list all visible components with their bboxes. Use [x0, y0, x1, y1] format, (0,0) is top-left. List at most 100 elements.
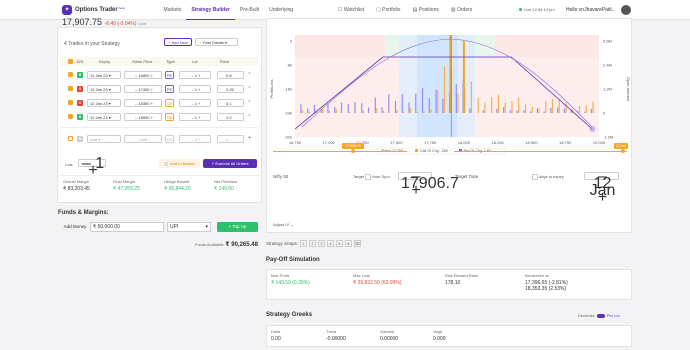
gamma: Gamma 0.00000	[380, 329, 398, 342]
price-input[interactable]: 0	[217, 134, 244, 143]
snap-1[interactable]: 1	[300, 240, 308, 247]
put-oi-bar	[340, 102, 343, 113]
add-new-button[interactable]: + Add New	[164, 38, 192, 46]
price-input[interactable]: 1.2	[217, 112, 244, 121]
lots-stepper[interactable]: – 1 +	[78, 156, 106, 179]
nav-watchlist[interactable]: ☐ Watchlist	[338, 7, 364, 13]
price-input[interactable]: 2.25	[217, 84, 244, 93]
expiry-select[interactable]: 12 Jan 23 ▾	[87, 84, 121, 93]
theta-label: Theta	[326, 329, 337, 334]
brand-logo[interactable]: ✦ Options Trader beta	[62, 4, 125, 15]
type-toggle[interactable]: CE	[165, 98, 174, 107]
row-checkbox[interactable]	[68, 114, 73, 119]
nav-strategy-builder[interactable]: Strategy Builder	[186, 0, 235, 20]
spot-slider-handle[interactable]	[351, 149, 355, 153]
remove-row-icon[interactable]: ×	[248, 71, 251, 77]
strike-stepper[interactable]: – 18350 +	[124, 98, 162, 107]
select-all-checkbox[interactable]	[68, 59, 73, 64]
bs-toggle[interactable]: S	[77, 85, 83, 92]
max-loss-label: Max Loss	[353, 273, 371, 278]
expiry-select[interactable]: 12 Jan 23 ▾	[87, 98, 121, 107]
nav-portfolio[interactable]: ▢ Portfolio	[376, 7, 400, 13]
bs-toggle[interactable]: B	[77, 135, 83, 142]
expiry-select[interactable]: 12 Jan 23 ▾	[87, 70, 121, 79]
lot-stepper[interactable]: – 0 +	[179, 134, 211, 143]
adjust-iv[interactable]: Adjust IV ⌄	[273, 222, 294, 227]
amount-input[interactable]: ₹ 50,000.00	[90, 222, 164, 232]
toggle-decimals: Decimals	[578, 313, 595, 318]
put-oi-bar	[550, 107, 552, 113]
days-input[interactable]	[532, 174, 538, 180]
strike-stepper[interactable]: – Add +	[124, 134, 162, 143]
fast-create-dropdown[interactable]: ⚡ Fast Create ▾	[195, 38, 238, 46]
price-input[interactable]: 3.1	[217, 98, 244, 107]
nav-prebuilt[interactable]: Pre-Built	[235, 0, 264, 20]
strike-stepper[interactable]: – 17400 +	[124, 84, 162, 93]
nav-markets[interactable]: Markets	[159, 0, 187, 20]
bs-toggle[interactable]: S	[77, 99, 83, 106]
ticker-tag: Live	[139, 21, 147, 26]
col-strike: Strike Price	[132, 59, 153, 64]
right-nav: ☐ Watchlist ▢ Portfolio ▤ Positions ▥ Or…	[338, 0, 484, 20]
payment-method-select[interactable]: UPI ▾	[167, 222, 211, 232]
save-snap-icon[interactable]: ⌧	[354, 240, 362, 247]
snap-4[interactable]: 4	[327, 240, 335, 247]
nav-positions[interactable]: ▤ Positions	[412, 7, 438, 13]
avatar[interactable]	[621, 5, 631, 15]
type-toggle[interactable]: PE	[165, 70, 174, 79]
strike-stepper[interactable]: – 18950 +	[124, 112, 162, 121]
top-up-button[interactable]: + Top Up	[217, 222, 258, 232]
spot-slider-track[interactable]	[273, 151, 407, 152]
bs-toggle[interactable]: B	[77, 113, 83, 120]
target-date-stepper[interactable]: – 12 Jan +	[584, 169, 619, 206]
from-spot-label: from Spot	[372, 174, 390, 180]
row-checkbox[interactable]	[68, 100, 73, 105]
call-oi-bar	[383, 110, 385, 113]
user-greeting[interactable]: Hello vnJhavarePatil..	[566, 7, 614, 13]
theta: Theta -0.00000	[326, 329, 346, 342]
expiry-select[interactable]: Add ▾	[87, 134, 121, 143]
type-toggle[interactable]: CE	[165, 134, 174, 143]
add-to-basket-button[interactable]: 🛒 Add to Basket	[159, 159, 200, 168]
price-input[interactable]: 0.8	[217, 70, 244, 79]
lot-stepper[interactable]: – 1 +	[179, 98, 211, 107]
snap-5[interactable]: 5	[336, 240, 344, 247]
payoff-chart[interactable]: 0 -8k -16k -24k -32k 3.6M 2.4M 1.2M 0 -1.2M Profit…	[267, 19, 633, 234]
remove-row-icon[interactable]: ×	[248, 85, 251, 91]
row-checkbox[interactable]	[68, 72, 73, 77]
row-checkbox[interactable]	[68, 136, 73, 141]
type-toggle[interactable]: CE	[165, 112, 174, 121]
date-slider-handle[interactable]	[621, 149, 625, 153]
type-toggle[interactable]: PE	[165, 84, 174, 93]
remove-row-icon[interactable]: ×	[248, 99, 251, 105]
date-slider-track[interactable]	[454, 151, 627, 152]
snap-3[interactable]: 3	[318, 240, 326, 247]
target-stepper[interactable]: – 17906.7 +	[398, 169, 459, 199]
add-row-icon[interactable]: +	[248, 135, 251, 141]
remove-row-icon[interactable]: ×	[248, 113, 251, 119]
strike-stepper[interactable]: – 16800 +	[124, 70, 162, 79]
row-checkbox[interactable]	[68, 86, 73, 91]
lot-stepper[interactable]: – 1 +	[179, 112, 211, 121]
hedge-benefit-value: ₹ 35,844.20	[164, 186, 191, 192]
lot-stepper[interactable]: – 1 +	[179, 70, 211, 79]
call-oi-bar	[565, 102, 567, 113]
execute-all-orders-button[interactable]: ⚡ Execute All Orders	[203, 159, 257, 168]
put-oi-bar	[327, 103, 329, 113]
nav-orders[interactable]: ▥ Orders	[451, 7, 472, 13]
call-oi-bar	[335, 109, 337, 113]
expiry-select[interactable]: 12 Jan 23 ▾	[87, 112, 121, 121]
greeks-toggle[interactable]: Decimals Per Lot	[578, 313, 620, 318]
put-oi-bar	[347, 104, 349, 113]
trade-row-empty: B Add ▾ – Add + CE – 0 + 0 +	[61, 132, 258, 146]
toggle-switch[interactable]	[596, 313, 605, 318]
snap-2[interactable]: 2	[309, 240, 317, 247]
target-input[interactable]	[365, 174, 372, 180]
lot-stepper[interactable]: – 1 +	[179, 84, 211, 93]
y-left-tick: -24k	[284, 111, 292, 116]
nav-underlying[interactable]: Underlying	[264, 0, 298, 20]
snap-6[interactable]: 6	[345, 240, 353, 247]
bs-toggle[interactable]: B	[77, 71, 83, 78]
risk-reward-label: Risk Reward Ratio	[445, 273, 479, 278]
target-date-value: 12 Jan	[589, 175, 616, 199]
